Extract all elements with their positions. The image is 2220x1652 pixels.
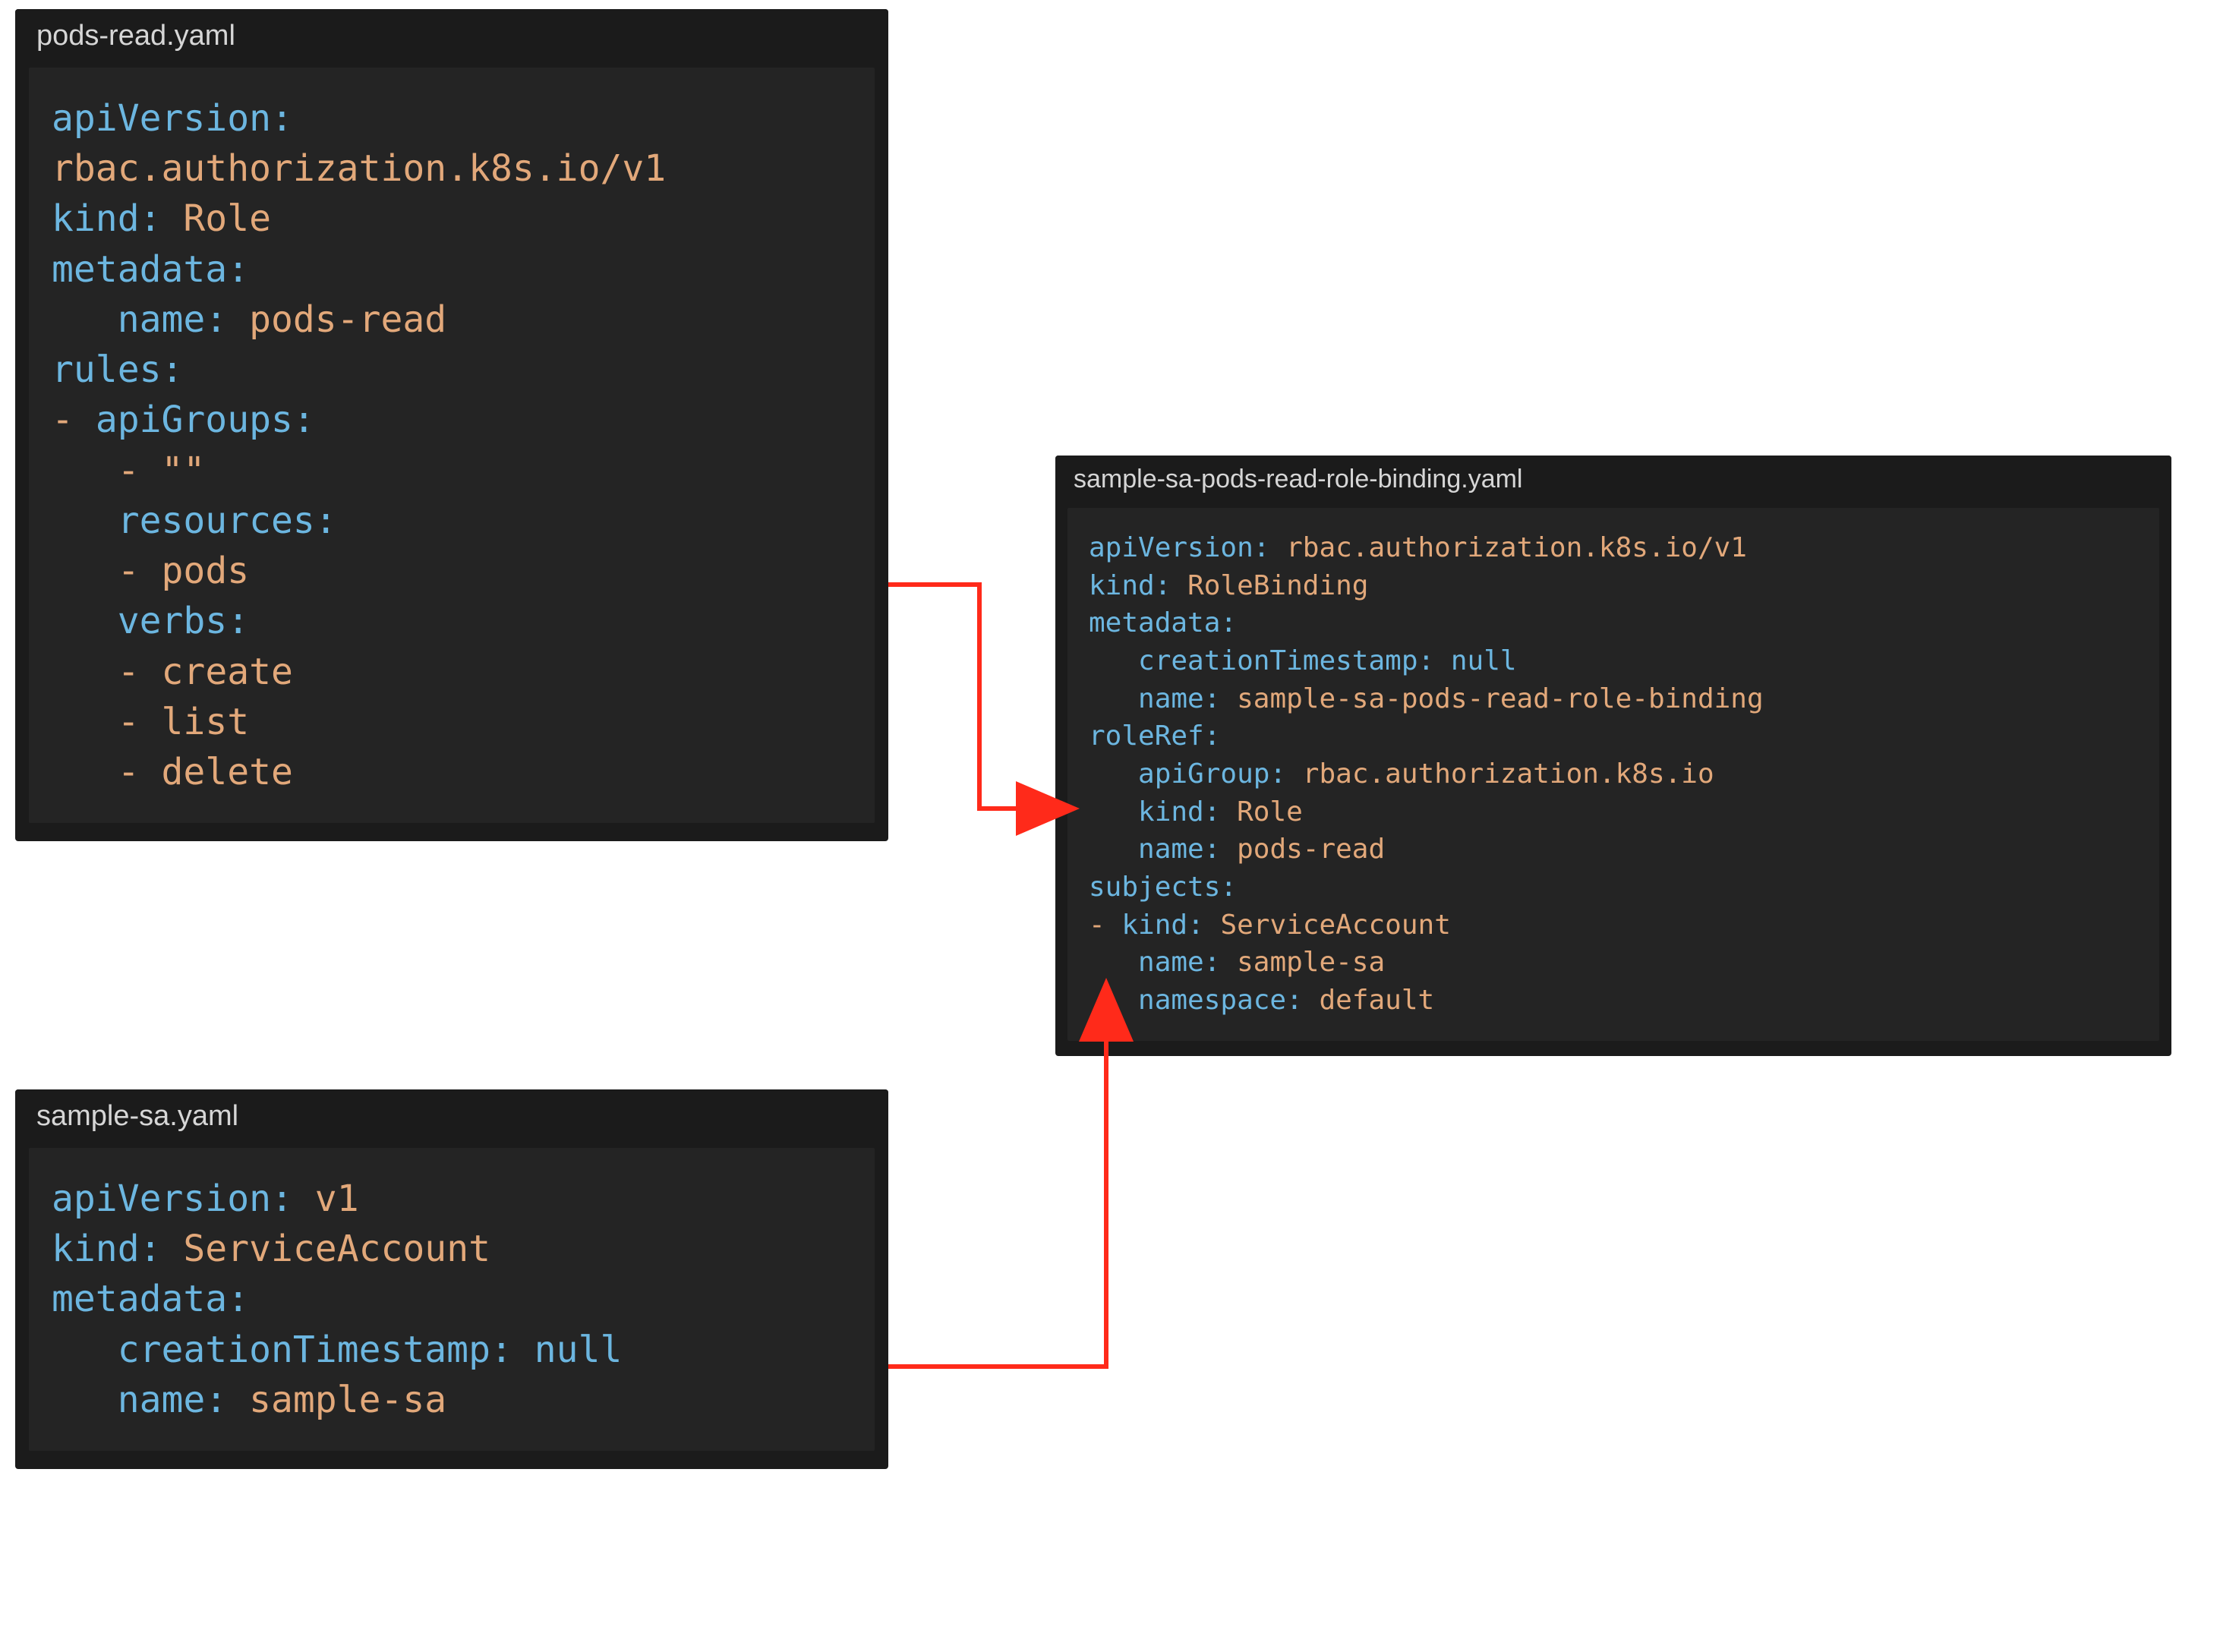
panel-code-block: apiVersion: rbac.authorization.k8s.io/v1… [1067,508,2159,1041]
yaml-code: apiVersion: v1 kind: ServiceAccount meta… [52,1174,852,1425]
yaml-panel-role-binding: sample-sa-pods-read-role-binding.yaml ap… [1055,456,2171,1056]
panel-code-block: apiVersion: v1 kind: ServiceAccount meta… [29,1148,875,1451]
yaml-code: apiVersion: rbac.authorization.k8s.io/v1… [1089,529,2138,1020]
yaml-code: apiVersion: rbac.authorization.k8s.io/v1… [52,93,852,797]
yaml-panel-pods-read: pods-read.yaml apiVersion: rbac.authoriz… [15,9,888,841]
panel-code-block: apiVersion: rbac.authorization.k8s.io/v1… [29,68,875,823]
panel-title: sample-sa-pods-read-role-binding.yaml [1055,456,2171,503]
yaml-panel-sample-sa: sample-sa.yaml apiVersion: v1 kind: Serv… [15,1089,888,1469]
panel-title: sample-sa.yaml [15,1089,888,1143]
panel-title: pods-read.yaml [15,9,888,63]
arrow-pods-read-to-rolebinding [888,585,1071,809]
